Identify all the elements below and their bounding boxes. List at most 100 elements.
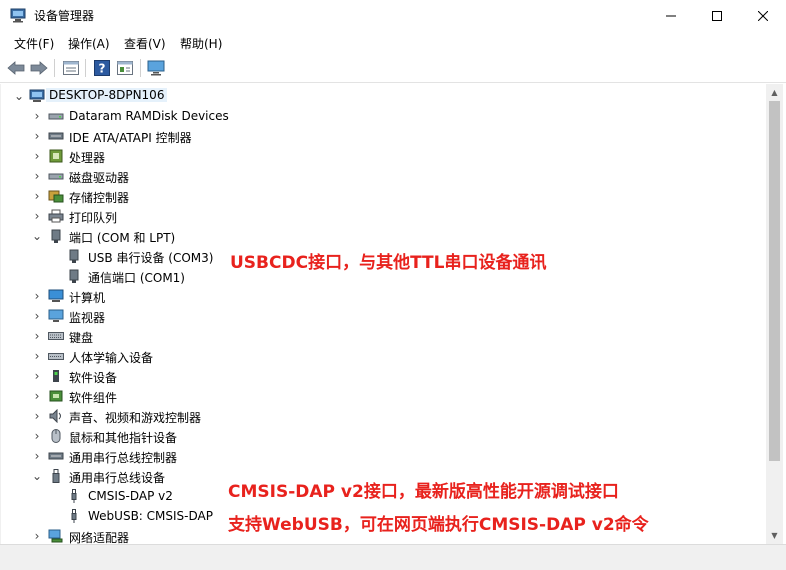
expand-icon[interactable]: › — [31, 289, 43, 303]
back-icon — [7, 61, 25, 75]
tree-item-label: IDE ATA/ATAPI 控制器 — [69, 131, 192, 145]
disk-drive-icon — [48, 173, 64, 180]
expand-icon[interactable]: › — [31, 349, 43, 363]
usb-plug-icon — [71, 489, 77, 503]
expand-icon[interactable]: › — [31, 449, 43, 463]
port-device-icon — [69, 249, 79, 263]
expand-icon[interactable]: › — [31, 329, 43, 343]
tree-root[interactable]: ⌄ DESKTOP-8DPN106 — [1, 86, 761, 106]
minimize-button[interactable] — [648, 0, 694, 31]
tree-item-label: 监视器 — [69, 311, 106, 325]
usb-plug-icon — [71, 509, 77, 523]
tree-item-monitor[interactable]: › 监视器 — [1, 306, 761, 326]
scroll-up-icon[interactable]: ▲ — [766, 84, 783, 101]
menu-action[interactable]: 操作(A) — [68, 35, 110, 52]
annotation-cmsis-dap-v2: CMSIS-DAP v2接口，最新版高性能开源调试接口 — [228, 482, 619, 502]
tree-item-label: 软件组件 — [69, 391, 118, 405]
expand-icon[interactable]: › — [31, 169, 43, 183]
expand-icon[interactable]: › — [31, 429, 43, 443]
tree-item-label: 处理器 — [69, 151, 106, 165]
scroll-thumb[interactable] — [769, 101, 780, 461]
expand-icon[interactable]: › — [31, 129, 43, 143]
annotation-usbcdc: USBCDC接口，与其他TTL串口设备通讯 — [230, 253, 547, 273]
vertical-scrollbar[interactable]: ▲ ▼ — [766, 84, 783, 544]
port-device-icon — [69, 269, 79, 283]
sound-icon — [49, 409, 61, 423]
collapse-icon[interactable]: ⌄ — [13, 89, 25, 103]
tree-item-storage-controller[interactable]: › 存储控制器 — [1, 186, 761, 206]
tree-item-label: 软件设备 — [69, 371, 118, 385]
expand-icon[interactable]: › — [31, 309, 43, 323]
tree-item-ports[interactable]: ⌄ 端口 (COM 和 LPT) — [1, 226, 761, 246]
root-label: DESKTOP-8DPN106 — [46, 88, 168, 102]
close-button[interactable] — [740, 0, 786, 31]
collapse-icon[interactable]: ⌄ — [31, 229, 43, 243]
tree-item-label: 计算机 — [69, 291, 106, 305]
tree-item-label: 打印队列 — [69, 211, 118, 225]
tree-item-label: 存储控制器 — [69, 191, 130, 205]
collapse-icon[interactable]: ⌄ — [31, 469, 43, 483]
tree-item-label: 端口 (COM 和 LPT) — [69, 231, 176, 245]
menu-help[interactable]: 帮助(H) — [180, 35, 222, 52]
tree-item-label: 磁盘驱动器 — [69, 171, 130, 185]
back-button[interactable] — [6, 58, 26, 78]
tree-item-label: 声音、视频和游戏控制器 — [69, 411, 202, 425]
tree-item-ide[interactable]: › IDE ATA/ATAPI 控制器 — [1, 126, 761, 146]
ide-controller-icon — [48, 132, 64, 140]
expand-icon[interactable]: › — [31, 209, 43, 223]
tree-item-computer[interactable]: › 计算机 — [1, 286, 761, 306]
expand-icon[interactable]: › — [31, 189, 43, 203]
tree-item-print-queue[interactable]: › 打印队列 — [1, 206, 761, 226]
maximize-button[interactable] — [694, 0, 740, 31]
tree-item-processor[interactable]: › 处理器 — [1, 146, 761, 166]
network-icon — [48, 529, 63, 543]
menu-view[interactable]: 查看(V) — [124, 35, 166, 52]
tree-item-software-component[interactable]: › 软件组件 — [1, 386, 761, 406]
storage-controller-icon — [48, 190, 64, 203]
tree-item-label: 键盘 — [69, 331, 94, 345]
mouse-icon — [51, 429, 61, 443]
tree-item-label: Dataram RAMDisk Devices — [69, 109, 229, 123]
maximize-icon — [712, 10, 722, 21]
tree-item-label: 人体学输入设备 — [69, 351, 154, 365]
printer-icon — [48, 209, 64, 223]
tree-item-label: 鼠标和其他指针设备 — [69, 431, 178, 445]
help-icon: ? — [94, 60, 110, 76]
tree-item-dataram[interactable]: › Dataram RAMDisk Devices — [1, 106, 761, 126]
window-title: 设备管理器 — [34, 9, 95, 23]
tree-item-label: USB 串行设备 (COM3) — [88, 251, 214, 265]
scroll-down-icon[interactable]: ▼ — [766, 527, 783, 544]
tree-item-mouse[interactable]: › 鼠标和其他指针设备 — [1, 426, 761, 446]
tree-item-label: 通用串行总线设备 — [69, 471, 166, 485]
properties-button[interactable] — [61, 58, 81, 78]
expand-icon[interactable]: › — [31, 529, 43, 543]
usb-device-icon — [52, 469, 60, 483]
device-tree: ⌄ DESKTOP-8DPN106 › Dataram RAMDisk Devi… — [0, 84, 766, 544]
expand-icon[interactable]: › — [31, 409, 43, 423]
tree-item-usb-controller[interactable]: › 通用串行总线控制器 — [1, 446, 761, 466]
expand-icon[interactable]: › — [31, 149, 43, 163]
tree-item-keyboard[interactable]: › 键盘 — [1, 326, 761, 346]
help-button[interactable]: ? — [92, 58, 112, 78]
software-component-icon — [49, 390, 63, 402]
tree-item-label: WebUSB: CMSIS-DAP — [88, 509, 213, 523]
tree-item-sound[interactable]: › 声音、视频和游戏控制器 — [1, 406, 761, 426]
usb-controller-icon — [48, 452, 64, 460]
expand-icon[interactable]: › — [31, 389, 43, 403]
tree-item-disk-drive[interactable]: › 磁盘驱动器 — [1, 166, 761, 186]
tree-item-software-device[interactable]: › 软件设备 — [1, 366, 761, 386]
tree-item-hid[interactable]: › 人体学输入设备 — [1, 346, 761, 366]
scan-hardware-button[interactable] — [146, 58, 166, 78]
monitor-icon — [147, 60, 165, 76]
forward-button[interactable] — [29, 58, 49, 78]
expand-icon[interactable]: › — [31, 369, 43, 383]
expand-icon[interactable]: › — [31, 109, 43, 123]
menu-file[interactable]: 文件(F) — [14, 35, 54, 52]
forward-icon — [30, 61, 48, 75]
driver-button[interactable] — [115, 58, 135, 78]
svg-text:?: ? — [99, 62, 106, 76]
minimize-icon — [666, 15, 676, 16]
software-device-icon — [53, 370, 59, 382]
disk-icon — [48, 113, 64, 120]
toolbar: ? — [0, 53, 786, 83]
